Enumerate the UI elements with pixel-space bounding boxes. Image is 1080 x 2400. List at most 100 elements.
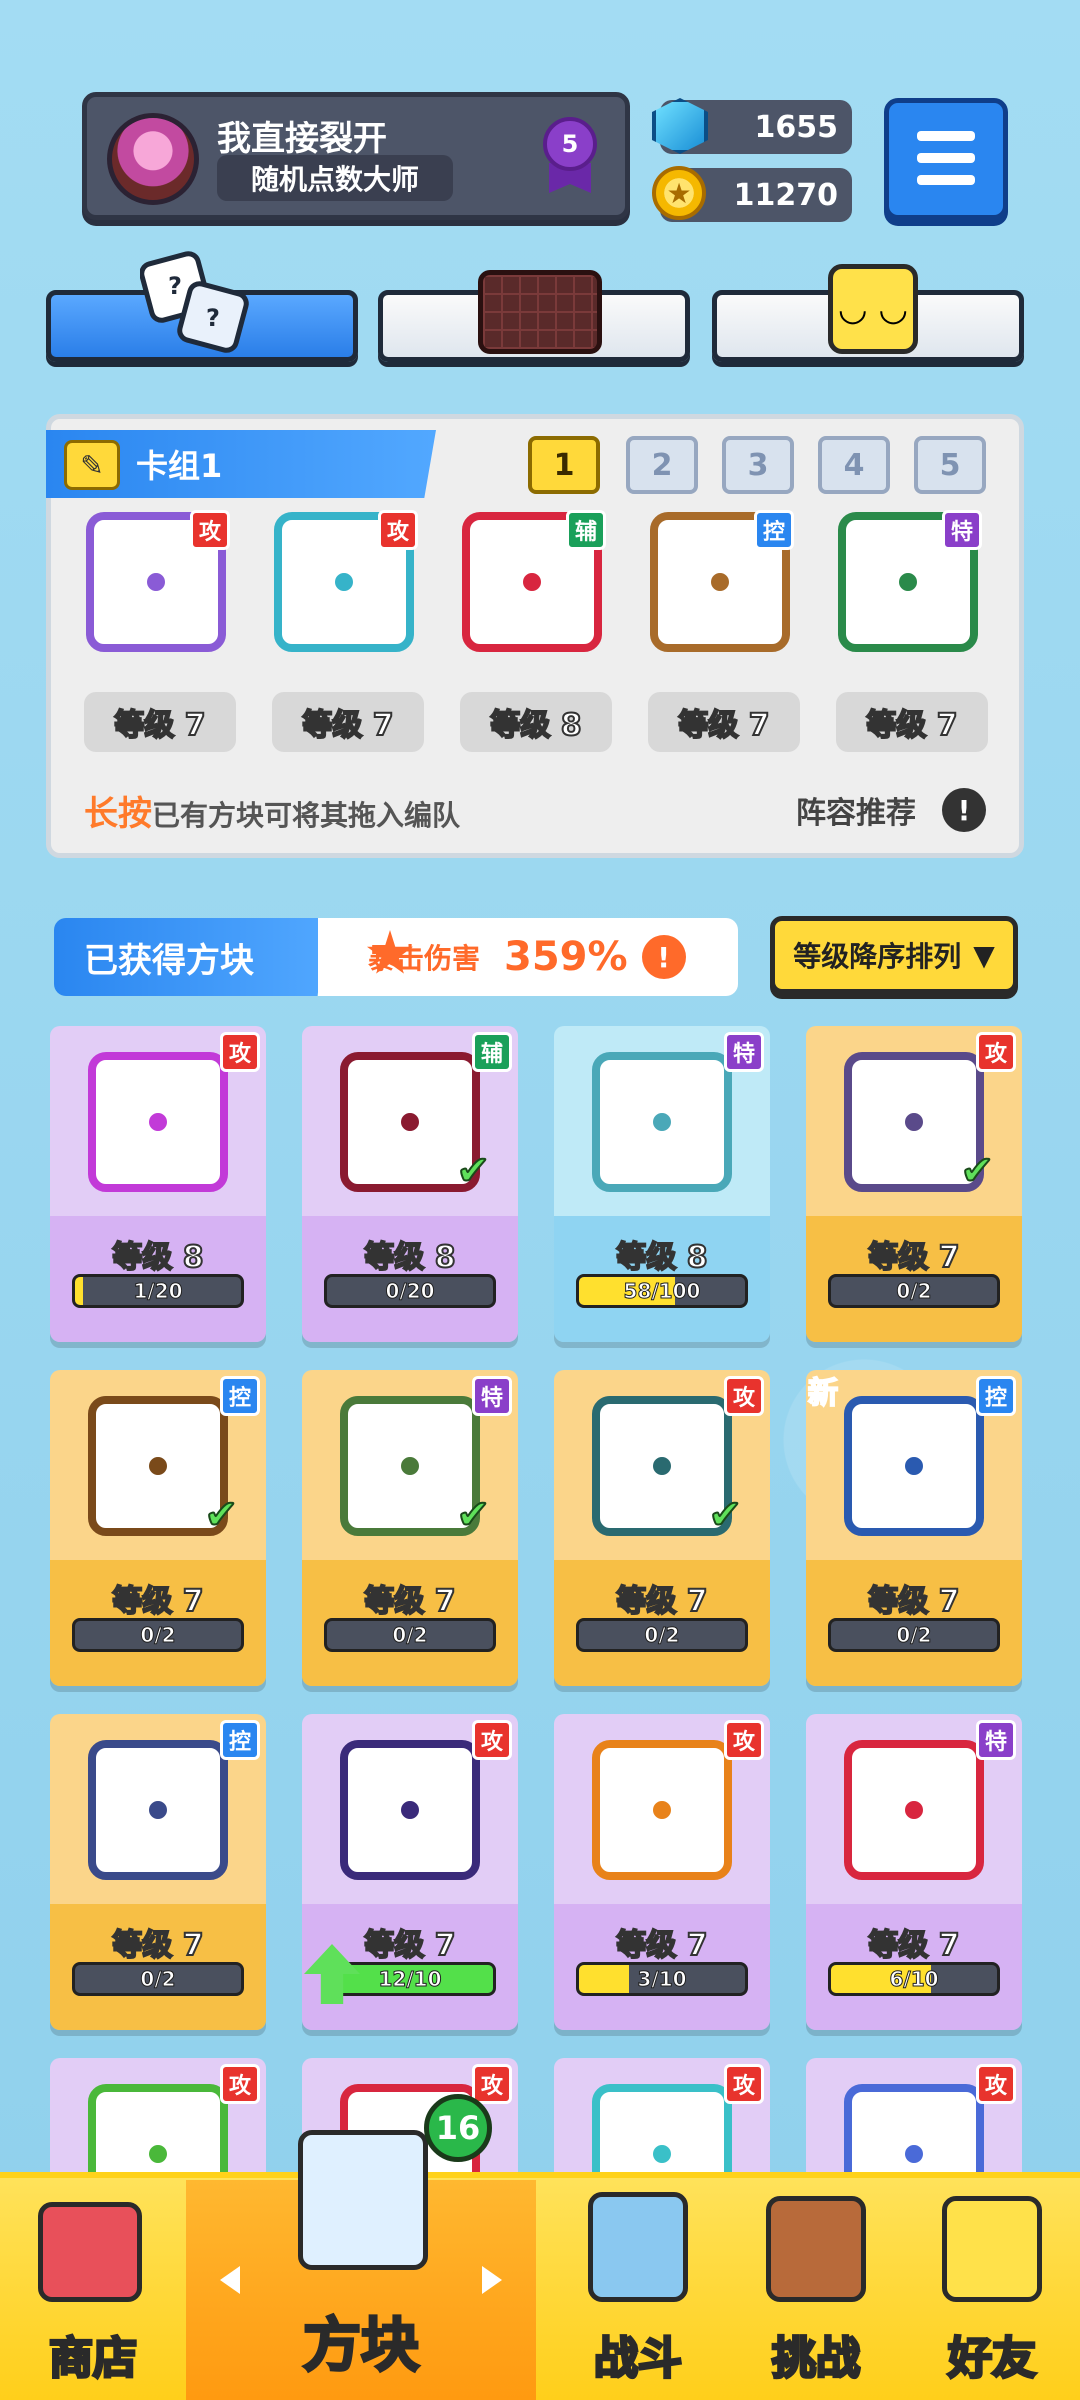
crit-value: 359% [504, 934, 628, 980]
dice-face [592, 1740, 732, 1880]
dice-card[interactable]: 特 等级 7 6/10 [806, 1714, 1022, 2030]
deck-slot[interactable]: 辅 等级 8 [460, 510, 618, 762]
dice-pip [519, 569, 545, 595]
crit-info-icon[interactable]: ! [641, 935, 686, 979]
dice-card[interactable]: 控 等级 7 0/2 [50, 1714, 266, 2030]
dice-face [340, 1740, 480, 1880]
nav-dice[interactable]: 方块 [186, 2130, 536, 2400]
deck-number-4[interactable]: 4 [818, 436, 890, 494]
check-icon: ✔ [959, 1147, 994, 1195]
dice-face [88, 1740, 228, 1880]
dice-pip [397, 1453, 423, 1479]
progress-text: 6/10 [889, 1967, 939, 1992]
dice-face [844, 1740, 984, 1880]
player-name: 我直接裂开 [217, 119, 387, 159]
edit-icon[interactable]: ✎ [64, 440, 120, 490]
role-badge: 攻 [724, 1720, 764, 1760]
progress-bar: 0/2 [828, 1274, 1000, 1308]
nav-battle-label: 战斗 [593, 2332, 684, 2386]
progress-bar: 0/2 [576, 1618, 748, 1652]
avatar[interactable] [107, 113, 199, 205]
drag-hint: 长按已有方块可将其拖入编队 [84, 786, 460, 835]
progress-bar: 0/20 [324, 1274, 496, 1308]
chevron-right-icon[interactable] [482, 2266, 502, 2294]
shop-icon [38, 2202, 142, 2302]
dice-card[interactable]: 特 等级 7 0/2 ✔ [302, 1370, 518, 1686]
role-badge: 辅 [566, 510, 606, 550]
role-badge: 攻 [724, 1376, 764, 1416]
menu-button[interactable] [884, 98, 1008, 220]
level-pill: 等级 7 [84, 692, 236, 752]
profile-card[interactable]: 我直接裂开 随机点数大师 5 [82, 92, 630, 220]
dice-card[interactable]: 控 等级 7 0/2 新 [806, 1370, 1022, 1686]
deck-slot[interactable]: 攻 等级 7 [272, 510, 430, 762]
dice-pip [143, 569, 169, 595]
check-icon: ✔ [455, 1147, 490, 1195]
level-pill: 等级 7 [272, 692, 424, 752]
dice-card[interactable]: 特 等级 8 58/100 [554, 1026, 770, 1342]
lineup-recommend-label[interactable]: 阵容推荐 [796, 788, 916, 832]
progress-text: 0/2 [392, 1623, 428, 1648]
card-level: 等级 7 [111, 1583, 204, 1620]
dice-card[interactable]: 攻 等级 8 1/20 [50, 1026, 266, 1342]
role-badge: 辅 [472, 1032, 512, 1072]
dice-card[interactable]: 攻 等级 7 0/2 ✔ [554, 1370, 770, 1686]
deck-slot[interactable]: 特 等级 7 [836, 510, 994, 762]
role-badge: 控 [754, 510, 794, 550]
nav-battle[interactable]: 战斗 [548, 2172, 728, 2400]
menu-bar [917, 131, 975, 141]
progress-text: 0/2 [140, 1967, 176, 1992]
dice-pip [649, 1453, 675, 1479]
dice-pip [649, 1109, 675, 1135]
progress-bar: 58/100 [576, 1274, 748, 1308]
coin-icon: ★ [652, 166, 706, 220]
info-icon[interactable]: ! [942, 788, 986, 832]
sort-label: 等级降序排列 [793, 940, 962, 973]
progress-bar: 3/10 [576, 1962, 748, 1996]
signboard-icon [766, 2196, 866, 2302]
chevron-left-icon[interactable] [220, 2266, 240, 2294]
deck-number-1[interactable]: 1 [528, 436, 600, 494]
deck-number-3[interactable]: 3 [722, 436, 794, 494]
deck-slot[interactable]: 攻 等级 7 [84, 510, 242, 762]
dice-face [844, 1396, 984, 1536]
role-badge: 控 [220, 1376, 260, 1416]
deck-slot[interactable]: 控 等级 7 [648, 510, 806, 762]
role-badge: 攻 [724, 2064, 764, 2104]
svg-text:?: ? [206, 304, 220, 332]
role-badge: 特 [724, 1032, 764, 1072]
deck-number-2[interactable]: 2 [626, 436, 698, 494]
deck-number-5[interactable]: 5 [914, 436, 986, 494]
progress-text: 0/2 [896, 1623, 932, 1648]
dice-pip [901, 2141, 927, 2167]
dice-card[interactable]: 攻 等级 7 3/10 [554, 1714, 770, 2030]
rank-medal-icon[interactable]: 5 [543, 117, 597, 171]
check-icon: ✔ [203, 1491, 238, 1539]
progress-bar: 6/10 [828, 1962, 1000, 1996]
role-badge: 特 [942, 510, 982, 550]
dice-card[interactable]: 攻 等级 7 0/2 ✔ [806, 1026, 1022, 1342]
dice-face [592, 1052, 732, 1192]
dice-card[interactable]: 攻 等级 7 12/10 [302, 1714, 518, 2030]
role-badge: 攻 [976, 2064, 1016, 2104]
dice-pip [649, 2141, 675, 2167]
dice-card[interactable]: 控 等级 7 0/2 ✔ [50, 1370, 266, 1686]
nav-shop-label: 商店 [48, 2332, 139, 2386]
dice-tab-icon: ? ? [139, 248, 250, 358]
nav-friends[interactable]: 好友 [904, 2172, 1080, 2400]
dice-card[interactable]: 辅 等级 8 0/20 ✔ [302, 1026, 518, 1342]
nav-dice-label: 方块 [301, 2310, 420, 2381]
dice-pip [895, 569, 921, 595]
dice-pip [145, 1453, 171, 1479]
mystery-box-icon [298, 2130, 428, 2270]
nav-shop[interactable]: 商店 [0, 2172, 186, 2400]
hint-text: 已有方块可将其拖入编队 [152, 799, 461, 832]
check-icon: ✔ [455, 1491, 490, 1539]
role-badge: 攻 [378, 510, 418, 550]
progress-text: 3/10 [637, 1967, 687, 1992]
friend-dice-icon [942, 2196, 1042, 2302]
progress-text: 0/2 [140, 1623, 176, 1648]
nav-challenge[interactable]: 挑战 [728, 2172, 904, 2400]
sort-button[interactable]: 等级降序排列 ▼ [770, 916, 1018, 994]
progress-bar: 0/2 [72, 1618, 244, 1652]
